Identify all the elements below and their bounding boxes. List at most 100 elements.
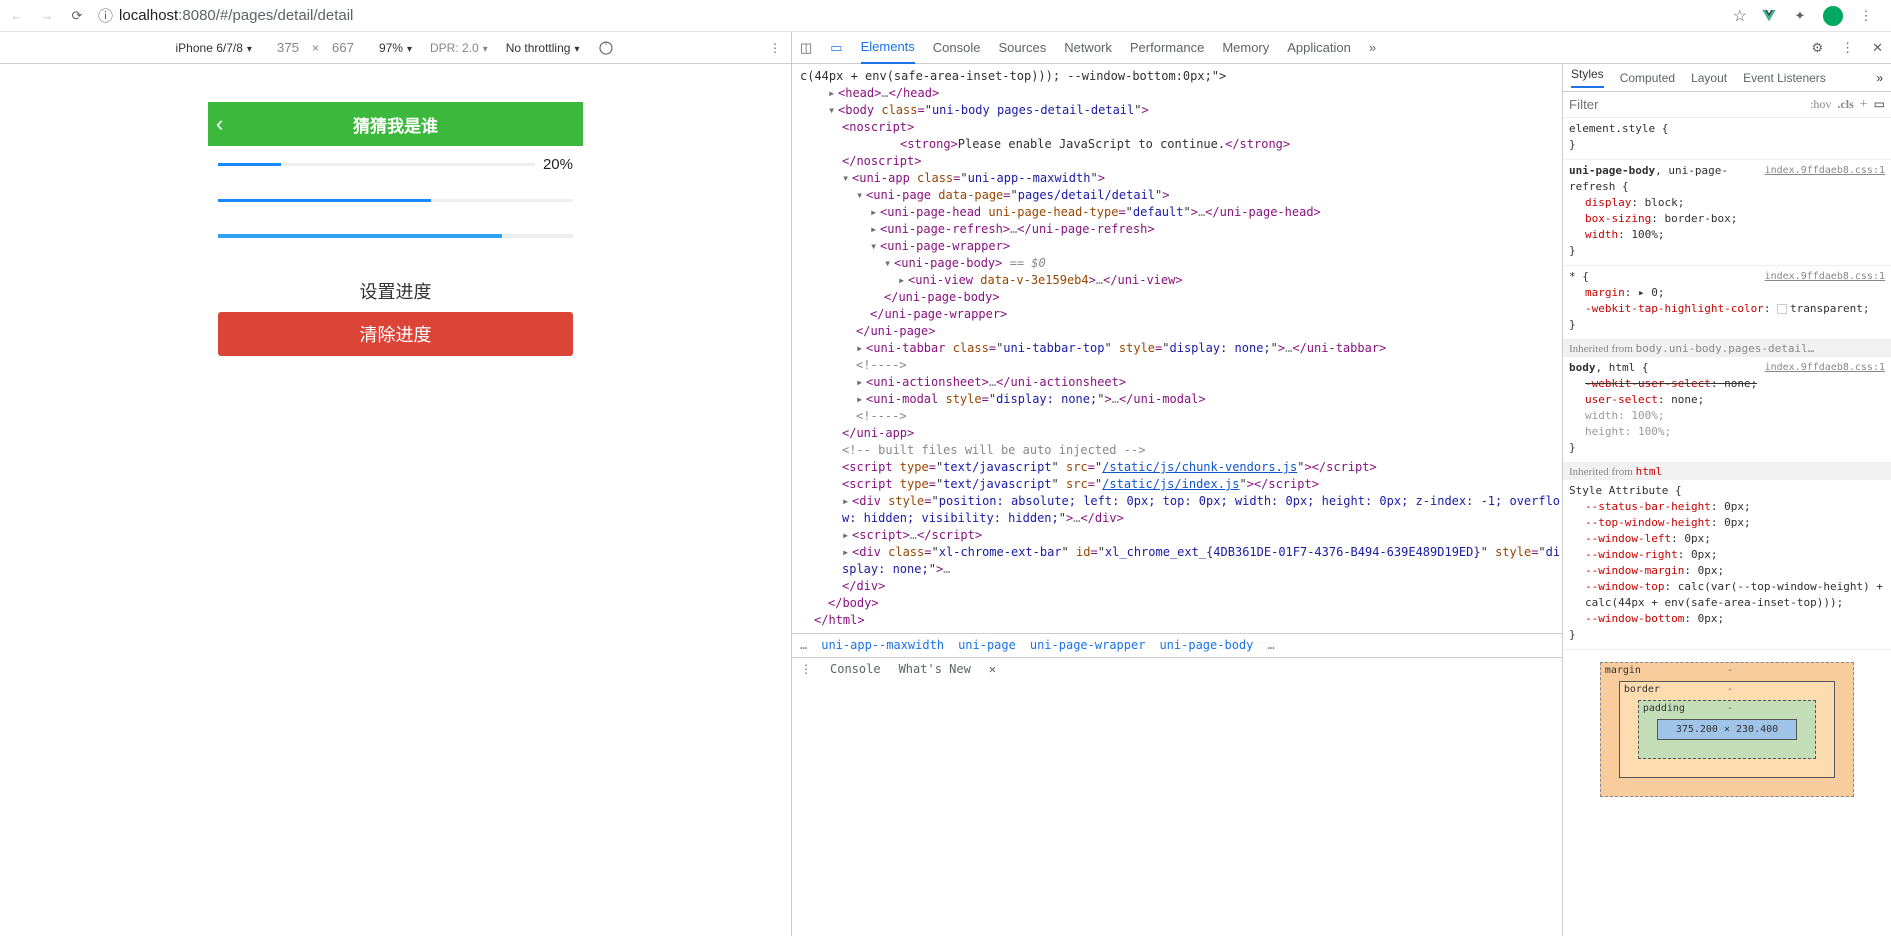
new-style-rule-icon[interactable]: + xyxy=(1860,97,1868,113)
tree-row[interactable]: <!----> xyxy=(800,357,1562,374)
crumb[interactable]: uni-app--maxwidth xyxy=(821,637,944,654)
rotate-icon[interactable] xyxy=(597,39,615,57)
tree-row[interactable]: </uni-app> xyxy=(800,425,1562,442)
tree-row[interactable]: ▸<div class="xl-chrome-ext-bar" id="xl_c… xyxy=(800,544,1562,578)
tree-row[interactable]: ▸<uni-actionsheet>…</uni-actionsheet> xyxy=(800,374,1562,391)
dpr-select[interactable]: DPR: 2.0 xyxy=(430,41,488,55)
tree-row[interactable]: </div> xyxy=(800,578,1562,595)
styles-filter-bar: :hov .cls + ▭ xyxy=(1563,92,1891,118)
drawer-menu-icon[interactable]: ⋮ xyxy=(800,661,812,678)
progress-row-1: 20% xyxy=(208,146,583,183)
drawer-whatsnew[interactable]: What's New xyxy=(899,661,971,678)
tree-row[interactable]: </uni-page-wrapper> xyxy=(800,306,1562,323)
back-arrow-icon[interactable]: ‹ xyxy=(216,111,223,137)
tree-row[interactable]: ▾<body class="uni-body pages-detail-deta… xyxy=(800,102,1562,119)
tree-row[interactable]: ▸<uni-tabbar class="uni-tabbar-top" styl… xyxy=(800,340,1562,357)
tab-performance[interactable]: Performance xyxy=(1130,32,1204,63)
devtools-menu-icon[interactable]: ⋮ xyxy=(1841,40,1854,56)
tab-memory[interactable]: Memory xyxy=(1222,32,1269,63)
tree-row[interactable]: ▸<uni-modal style="display: none;">…</un… xyxy=(800,391,1562,408)
source-link[interactable]: index.9ffdaeb8.css:1 xyxy=(1765,360,1885,376)
style-rule[interactable]: element.style { } xyxy=(1563,118,1891,160)
tree-row[interactable]: ▸<div style="position: absolute; left: 0… xyxy=(800,493,1562,527)
tree-row[interactable]: ▾<uni-page data-page="pages/detail/detai… xyxy=(800,187,1562,204)
computed-toggle-icon[interactable]: ▭ xyxy=(1874,97,1885,112)
tree-row[interactable]: <noscript> xyxy=(800,119,1562,136)
source-link[interactable]: index.9ffdaeb8.css:1 xyxy=(1765,163,1885,179)
width-input[interactable] xyxy=(270,40,306,55)
styles-filter-input[interactable] xyxy=(1569,97,1804,112)
tree-row[interactable]: <!-- built files will be auto injected -… xyxy=(800,442,1562,459)
crumb[interactable]: uni-page-wrapper xyxy=(1030,637,1146,654)
crumb[interactable]: uni-page-body xyxy=(1159,637,1253,654)
tree-row-selected[interactable]: ▾<uni-page-body> == $0 xyxy=(800,255,1562,272)
tab-event-listeners[interactable]: Event Listeners xyxy=(1743,71,1826,85)
tree-row[interactable]: ▸<uni-view data-v-3e159eb4>…</uni-view> xyxy=(800,272,1562,289)
tree-row[interactable]: ▾<uni-app class="uni-app--maxwidth"> xyxy=(800,170,1562,187)
tab-computed[interactable]: Computed xyxy=(1620,71,1675,85)
tree-row[interactable]: <!----> xyxy=(800,408,1562,425)
tab-layout[interactable]: Layout xyxy=(1691,71,1727,85)
style-rule[interactable]: index.9ffdaeb8.css:1 * { margin: ▸ 0; -w… xyxy=(1563,266,1891,340)
style-rule[interactable]: index.9ffdaeb8.css:1 uni-page-body, uni-… xyxy=(1563,160,1891,266)
settings-icon[interactable]: ⚙ xyxy=(1811,40,1823,56)
set-progress-label[interactable]: 设置进度 xyxy=(208,278,583,304)
tab-console[interactable]: Console xyxy=(933,32,981,63)
back-icon[interactable]: ← xyxy=(8,7,26,25)
close-devtools-icon[interactable]: ✕ xyxy=(1872,40,1883,56)
tree-row[interactable]: </uni-page-body> xyxy=(800,289,1562,306)
crumb[interactable]: uni-page xyxy=(958,637,1016,654)
tree-row[interactable]: </noscript> xyxy=(800,153,1562,170)
browser-menu-icon[interactable]: ⋮ xyxy=(1857,7,1875,25)
tab-styles[interactable]: Styles xyxy=(1571,67,1604,88)
extensions-icon[interactable]: ✦ xyxy=(1791,7,1809,25)
throttling-select[interactable]: No throttling xyxy=(506,41,580,55)
tree-row[interactable]: ▾<uni-page-wrapper> xyxy=(800,238,1562,255)
height-input[interactable] xyxy=(325,40,361,55)
tree-row[interactable]: ▸<uni-page-head uni-page-head-type="defa… xyxy=(800,204,1562,221)
tree-row[interactable]: <strong>Please enable JavaScript to cont… xyxy=(800,136,1562,153)
browser-toolbar: ← → ⟳ ⓘ localhost:8080/#/pages/detail/de… xyxy=(0,0,1891,32)
device-select[interactable]: iPhone 6/7/8 xyxy=(176,41,252,55)
tab-network[interactable]: Network xyxy=(1064,32,1112,63)
profile-avatar-icon[interactable] xyxy=(1823,6,1843,26)
devtools-tabs: ◫ ▭ Elements Console Sources Network Per… xyxy=(792,32,1891,64)
tree-row[interactable]: </uni-page> xyxy=(800,323,1562,340)
device-toggle-icon[interactable]: ▭ xyxy=(830,40,842,56)
bookmark-icon[interactable]: ☆ xyxy=(1733,6,1747,26)
tree-row[interactable]: <script type="text/javascript" src="/sta… xyxy=(800,459,1562,476)
styles-more-icon[interactable]: » xyxy=(1876,71,1883,85)
tree-row[interactable]: </body> xyxy=(800,595,1562,612)
style-rule[interactable]: index.9ffdaeb8.css:1 body, html { -webki… xyxy=(1563,357,1891,463)
inspect-icon[interactable]: ◫ xyxy=(800,40,812,56)
drawer-console[interactable]: Console xyxy=(830,661,881,678)
reload-icon[interactable]: ⟳ xyxy=(68,7,86,25)
progress-bar-2 xyxy=(218,199,573,202)
tabs-more-icon[interactable]: » xyxy=(1369,40,1376,55)
tree-row[interactable]: ▸<uni-page-refresh>…</uni-page-refresh> xyxy=(800,221,1562,238)
devtools-panel: ◫ ▭ Elements Console Sources Network Per… xyxy=(792,32,1891,936)
cls-toggle[interactable]: .cls xyxy=(1837,97,1853,112)
tab-application[interactable]: Application xyxy=(1287,32,1351,63)
styles-rules[interactable]: element.style { } index.9ffdaeb8.css:1 u… xyxy=(1563,118,1891,936)
clear-progress-button[interactable]: 清除进度 xyxy=(218,312,573,356)
source-link[interactable]: index.9ffdaeb8.css:1 xyxy=(1765,269,1885,285)
tree-row[interactable]: ▸<script>…</script> xyxy=(800,527,1562,544)
device-toolbar: iPhone 6/7/8 × 97% DPR: 2.0 No throttlin… xyxy=(0,32,791,64)
tree-row[interactable]: <script type="text/javascript" src="/sta… xyxy=(800,476,1562,493)
style-rule[interactable]: Style Attribute { --status-bar-height: 0… xyxy=(1563,480,1891,650)
tab-elements[interactable]: Elements xyxy=(861,31,915,64)
address-bar[interactable]: ⓘ localhost:8080/#/pages/detail/detail xyxy=(98,5,1721,26)
tree-row[interactable]: ▸<head>…</head> xyxy=(800,85,1562,102)
breadcrumb[interactable]: … uni-app--maxwidth uni-page uni-page-wr… xyxy=(792,633,1562,657)
zoom-select[interactable]: 97% xyxy=(379,41,412,55)
device-more-icon[interactable]: ⋮ xyxy=(769,41,781,55)
tree-row[interactable]: </html> xyxy=(800,612,1562,629)
elements-tree[interactable]: c(44px + env(safe-area-inset-top))); --w… xyxy=(792,64,1563,936)
vue-devtools-icon[interactable] xyxy=(1761,8,1777,24)
hov-toggle[interactable]: :hov xyxy=(1810,97,1831,112)
tab-sources[interactable]: Sources xyxy=(999,32,1047,63)
drawer-close-icon[interactable]: ✕ xyxy=(989,661,996,678)
tree-row[interactable]: c(44px + env(safe-area-inset-top))); --w… xyxy=(800,68,1562,85)
forward-icon[interactable]: → xyxy=(38,7,56,25)
